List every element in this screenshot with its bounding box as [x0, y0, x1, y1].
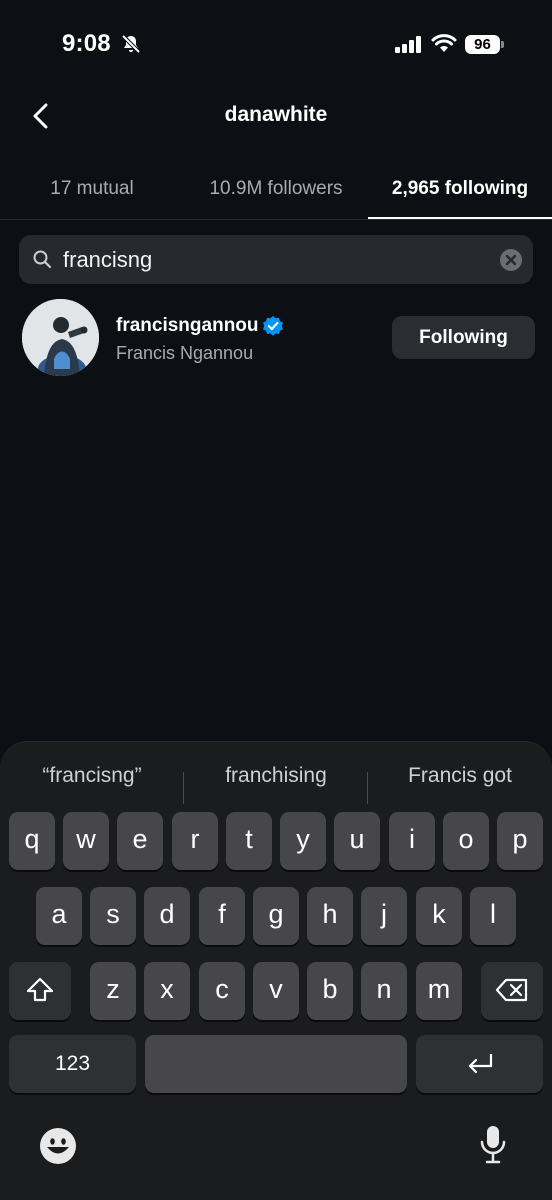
key-s[interactable]: s [90, 887, 136, 945]
following-button[interactable]: Following [392, 316, 535, 359]
key-j[interactable]: j [361, 887, 407, 945]
battery-level: 96 [465, 35, 500, 54]
key-d[interactable]: d [144, 887, 190, 945]
numbers-key[interactable]: 123 [9, 1035, 136, 1093]
predictive-bar: “francisng” franchising Francis got [0, 754, 552, 804]
key-k[interactable]: k [416, 887, 462, 945]
search-bar[interactable] [19, 235, 533, 284]
tab-bar: 17 mutual 10.9M followers 2,965 followin… [0, 164, 552, 220]
key-w[interactable]: w [63, 812, 109, 870]
delete-key[interactable] [481, 962, 543, 1020]
emoji-icon[interactable] [39, 1127, 77, 1165]
key-v[interactable]: v [253, 962, 299, 1020]
shift-key[interactable] [9, 962, 71, 1020]
key-l[interactable]: l [470, 887, 516, 945]
cellular-signal-icon [395, 36, 421, 53]
keyboard: “francisng” franchising Francis got q w … [0, 741, 552, 1200]
status-time: 9:08 [62, 30, 111, 57]
result-full-name: Francis Ngannou [116, 343, 254, 363]
tab-following[interactable]: 2,965 following [368, 164, 552, 219]
key-p[interactable]: p [497, 812, 543, 870]
verified-badge-icon [263, 316, 283, 336]
tab-followers[interactable]: 10.9M followers [184, 164, 368, 219]
key-o[interactable]: o [443, 812, 489, 870]
search-input[interactable] [63, 235, 483, 284]
result-username: francisngannou [116, 315, 259, 336]
key-g[interactable]: g [253, 887, 299, 945]
key-e[interactable]: e [117, 812, 163, 870]
avatar-photo [22, 299, 99, 376]
list-item[interactable]: francisngannou Francis Ngannou Following [0, 296, 552, 382]
bell-slash-icon [121, 34, 141, 54]
key-z[interactable]: z [90, 962, 136, 1020]
key-c[interactable]: c [199, 962, 245, 1020]
key-r[interactable]: r [172, 812, 218, 870]
key-f[interactable]: f [199, 887, 245, 945]
return-icon [468, 1054, 492, 1074]
key-i[interactable]: i [389, 812, 435, 870]
key-y[interactable]: y [280, 812, 326, 870]
active-tab-indicator [368, 217, 552, 219]
key-n[interactable]: n [361, 962, 407, 1020]
suggestion-3[interactable]: Francis got [368, 754, 552, 798]
avatar[interactable] [22, 299, 99, 376]
delete-icon [495, 978, 528, 1002]
wifi-icon [431, 34, 457, 52]
suggestion-1[interactable]: “francisng” [0, 754, 184, 798]
key-q[interactable]: q [9, 812, 55, 870]
key-a[interactable]: a [36, 887, 82, 945]
return-key[interactable] [416, 1035, 543, 1093]
shift-icon [26, 977, 54, 1002]
search-icon [33, 250, 52, 269]
suggestion-2[interactable]: franchising [184, 754, 368, 798]
space-key[interactable] [145, 1035, 407, 1093]
key-u[interactable]: u [334, 812, 380, 870]
key-h[interactable]: h [307, 887, 353, 945]
key-t[interactable]: t [226, 812, 272, 870]
microphone-icon[interactable] [478, 1124, 508, 1166]
battery-icon [501, 41, 504, 48]
key-b[interactable]: b [307, 962, 353, 1020]
key-m[interactable]: m [416, 962, 462, 1020]
page-title: danawhite [224, 103, 328, 126]
screen: 9:08 96 danawhite 17 mutual 10.9M follow… [0, 0, 552, 1200]
clear-circle-icon[interactable] [500, 249, 522, 271]
tab-mutual[interactable]: 17 mutual [0, 164, 184, 219]
key-x[interactable]: x [144, 962, 190, 1020]
